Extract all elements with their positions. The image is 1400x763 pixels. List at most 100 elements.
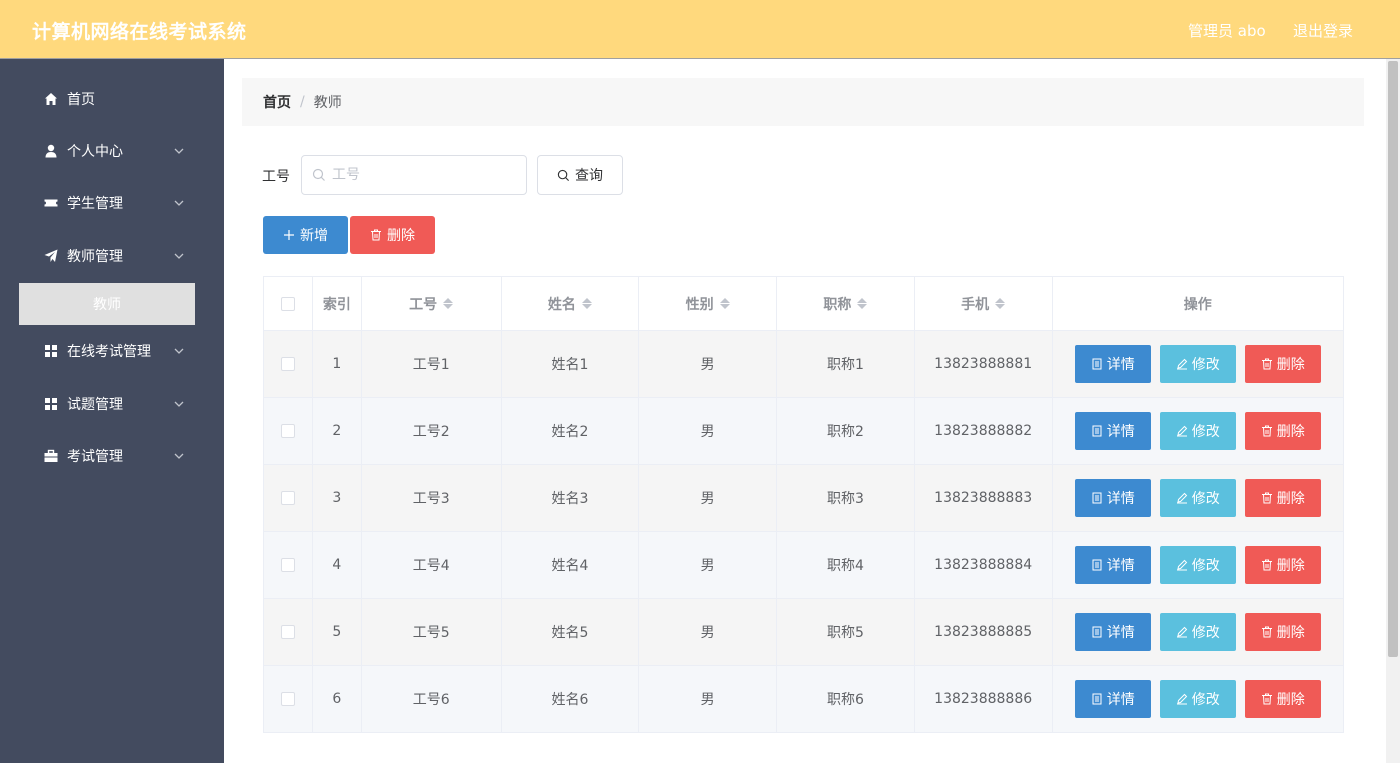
edit-button-label: 修改: [1192, 488, 1220, 508]
vertical-scrollbar[interactable]: [1386, 59, 1400, 763]
cell-operations: 详情修改删除: [1053, 398, 1343, 464]
cell-name: 姓名1: [502, 331, 640, 397]
row-checkbox[interactable]: [281, 692, 295, 706]
batch-delete-button[interactable]: 删除: [350, 216, 435, 254]
header-title[interactable]: 职称: [777, 277, 915, 330]
cell-phone: 13823888881: [915, 331, 1053, 397]
detail-button[interactable]: 详情: [1075, 345, 1151, 383]
sort-icon[interactable]: [720, 298, 730, 309]
briefcase-icon: [44, 449, 58, 463]
edit-icon: [1176, 425, 1188, 437]
delete-button-label: 删除: [1277, 354, 1305, 374]
cell-sex: 男: [639, 532, 777, 598]
edit-button[interactable]: 修改: [1160, 680, 1236, 718]
sidebar-subitem-teacher[interactable]: 教师: [19, 283, 195, 325]
sidebar-item-label: 学生管理: [67, 193, 123, 213]
search-input[interactable]: [332, 156, 522, 194]
delete-button[interactable]: 删除: [1245, 546, 1321, 584]
sidebar-item-online-exam[interactable]: 在线考试管理: [0, 325, 224, 377]
cell-phone: 13823888886: [915, 666, 1053, 732]
delete-button[interactable]: 删除: [1245, 412, 1321, 450]
sidebar-item-label: 考试管理: [67, 446, 123, 466]
edit-button[interactable]: 修改: [1160, 479, 1236, 517]
trash-icon: [1261, 626, 1273, 638]
admin-label: 管理员 abo: [1188, 20, 1266, 41]
cell-title: 职称6: [777, 666, 915, 732]
edit-button-label: 修改: [1192, 555, 1220, 575]
delete-button[interactable]: 删除: [1245, 479, 1321, 517]
chevron-down-icon: [173, 345, 185, 357]
edit-icon: [1176, 492, 1188, 504]
delete-button-label: 删除: [1277, 488, 1305, 508]
sort-icon[interactable]: [443, 298, 453, 309]
sidebar-item-teachers[interactable]: 教师管理: [0, 230, 224, 282]
sidebar-item-home[interactable]: 首页: [0, 73, 224, 125]
row-checkbox[interactable]: [281, 558, 295, 572]
query-button-label: 查询: [575, 165, 603, 185]
detail-button[interactable]: 详情: [1075, 680, 1151, 718]
table-row: 5工号5姓名5男职称513823888885详情修改删除: [264, 599, 1343, 666]
cell-title: 职称4: [777, 532, 915, 598]
search-icon: [557, 169, 570, 182]
cell-name: 姓名4: [502, 532, 640, 598]
sidebar-item-label: 首页: [67, 89, 95, 109]
add-button-label: 新增: [300, 225, 328, 245]
detail-button[interactable]: 详情: [1075, 613, 1151, 651]
sidebar-item-profile[interactable]: 个人中心: [0, 125, 224, 177]
row-checkbox[interactable]: [281, 491, 295, 505]
detail-button[interactable]: 详情: [1075, 479, 1151, 517]
sort-icon[interactable]: [857, 298, 867, 309]
cell-sex: 男: [639, 398, 777, 464]
detail-button-label: 详情: [1107, 622, 1135, 642]
cell-no: 工号6: [362, 666, 502, 732]
sidebar-item-label: 个人中心: [67, 141, 123, 161]
cell-index: 5: [313, 599, 362, 665]
paper-plane-icon: [44, 249, 58, 263]
scrollbar-thumb[interactable]: [1388, 61, 1398, 657]
delete-button[interactable]: 删除: [1245, 345, 1321, 383]
document-icon: [1091, 492, 1103, 504]
header-phone[interactable]: 手机: [915, 277, 1053, 330]
header-name[interactable]: 姓名: [502, 277, 640, 330]
sidebar-item-exams[interactable]: 考试管理: [0, 430, 224, 482]
header-sex[interactable]: 性别: [639, 277, 777, 330]
app-title: 计算机网络在线考试系统: [32, 17, 247, 44]
search-icon: [312, 168, 326, 182]
edit-button[interactable]: 修改: [1160, 613, 1236, 651]
edit-button[interactable]: 修改: [1160, 412, 1236, 450]
edit-button[interactable]: 修改: [1160, 546, 1236, 584]
document-icon: [1091, 559, 1103, 571]
row-checkbox[interactable]: [281, 357, 295, 371]
sidebar-item-questions[interactable]: 试题管理: [0, 378, 224, 430]
plus-icon: [283, 229, 295, 241]
chevron-down-icon: [173, 398, 185, 410]
sidebar-item-students[interactable]: 学生管理: [0, 177, 224, 229]
select-all-checkbox[interactable]: [281, 297, 295, 311]
detail-button[interactable]: 详情: [1075, 412, 1151, 450]
query-button[interactable]: 查询: [537, 155, 623, 195]
table-row: 3工号3姓名3男职称313823888883详情修改删除: [264, 465, 1343, 532]
document-icon: [1091, 693, 1103, 705]
delete-button[interactable]: 删除: [1245, 613, 1321, 651]
breadcrumb-home[interactable]: 首页: [263, 92, 291, 112]
row-checkbox[interactable]: [281, 625, 295, 639]
row-checkbox[interactable]: [281, 424, 295, 438]
add-button[interactable]: 新增: [263, 216, 348, 254]
detail-button[interactable]: 详情: [1075, 546, 1151, 584]
cell-no: 工号2: [362, 398, 502, 464]
document-icon: [1091, 425, 1103, 437]
cell-sex: 男: [639, 666, 777, 732]
cell-operations: 详情修改 删除: [1053, 331, 1343, 397]
delete-button[interactable]: 删除: [1245, 680, 1321, 718]
sort-icon[interactable]: [995, 298, 1005, 309]
cell-name: 姓名2: [502, 398, 640, 464]
logout-link[interactable]: 退出登录: [1293, 20, 1353, 41]
sort-icon[interactable]: [582, 298, 592, 309]
header-no-label: 工号: [409, 294, 437, 314]
detail-button-label: 详情: [1107, 488, 1135, 508]
table-row: 4工号4姓名4男职称413823888884详情修改删除: [264, 532, 1343, 599]
header-operations: 操作: [1053, 277, 1343, 330]
cell-name: 姓名6: [502, 666, 640, 732]
header-no[interactable]: 工号: [362, 277, 502, 330]
edit-button[interactable]: 修改: [1160, 345, 1236, 383]
